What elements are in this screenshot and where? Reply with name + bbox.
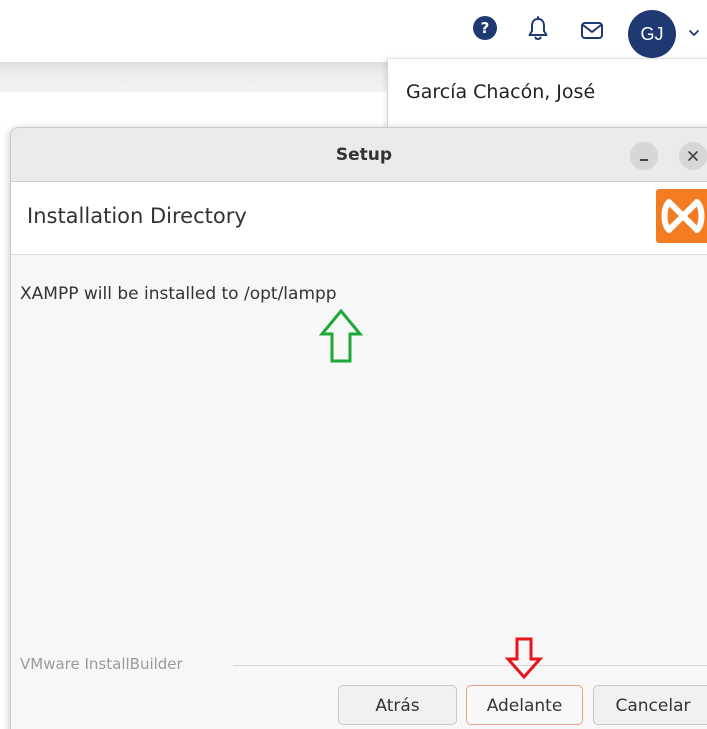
help-icon[interactable]: ?: [473, 16, 497, 40]
background-strip: [0, 62, 390, 92]
bell-icon[interactable]: [526, 16, 550, 42]
down-arrow-icon: [505, 637, 543, 679]
envelope-icon[interactable]: [580, 21, 604, 41]
setup-dialog: Setup Installation Directory XAMPP will …: [10, 127, 707, 729]
chevron-down-icon[interactable]: [688, 29, 700, 37]
page-title: Installation Directory: [27, 204, 247, 228]
top-bar: ? GJ: [0, 0, 707, 58]
cancel-button[interactable]: Cancelar: [593, 685, 707, 725]
up-arrow-icon: [319, 308, 363, 363]
next-button[interactable]: Adelante: [466, 685, 583, 725]
dialog-title: Setup: [335, 145, 393, 165]
minimize-icon[interactable]: [630, 142, 658, 170]
close-icon: [688, 151, 698, 161]
dialog-titlebar[interactable]: Setup: [11, 128, 707, 182]
back-button[interactable]: Atrás: [338, 685, 457, 725]
screen: ? GJ García Chacón, José Setup Installat…: [0, 0, 707, 729]
user-name[interactable]: García Chacón, José: [406, 81, 595, 103]
avatar[interactable]: GJ: [628, 10, 676, 58]
xampp-logo-glyph: [661, 199, 705, 233]
branding-divider: [233, 665, 707, 666]
dialog-header: Installation Directory: [11, 182, 707, 255]
xampp-logo-icon: [656, 189, 707, 243]
installbuilder-branding: VMware InstallBuilder: [20, 655, 183, 673]
install-path-message: XAMPP will be installed to /opt/lampp: [20, 284, 337, 304]
close-button[interactable]: [679, 142, 707, 170]
